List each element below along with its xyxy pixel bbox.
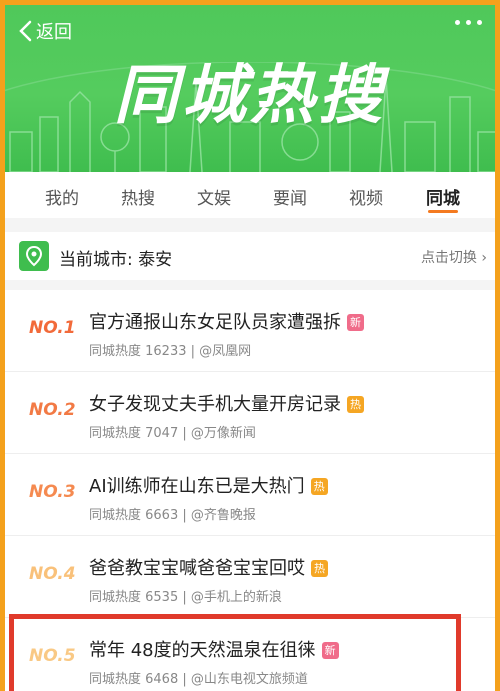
tab-mine[interactable]: 我的 — [45, 184, 79, 209]
list-item[interactable]: NO.1 官方通报山东女足队员家遭强拆新 同城热度 16233 | @凤凰网 — [5, 290, 495, 372]
dot-icon — [466, 20, 471, 25]
item-meta: 同城热度 16233 | @凤凰网 — [89, 344, 252, 359]
switch-city-button[interactable]: 点击切换 › — [421, 247, 487, 267]
tab-bar: 我的 热搜 文娱 要闻 视频 同城 — [0, 172, 500, 218]
item-title: 女子发现丈夫手机大量开房记录热 — [89, 390, 364, 416]
item-meta: 同城热度 6535 | @手机上的新浪 — [89, 590, 282, 605]
rank-label: NO.3 — [29, 482, 76, 502]
item-title-text: 爸爸教宝宝喊爸爸宝宝回哎 — [89, 558, 305, 579]
hot-badge: 热 — [311, 560, 328, 577]
list-item[interactable]: NO.4 爸爸教宝宝喊爸爸宝宝回哎热 同城热度 6535 | @手机上的新浪 — [5, 536, 495, 618]
rank-label: NO.4 — [29, 564, 76, 584]
hot-badge: 热 — [310, 478, 328, 495]
item-title: AI训练师在山东已是大热门热 — [89, 472, 328, 498]
current-city-label: 当前城市: 泰安 — [59, 250, 173, 270]
page-title: 同城热搜 — [114, 59, 386, 133]
item-title-text: 官方通报山东女足队员家遭强拆 — [89, 312, 341, 333]
highlight-box — [9, 614, 461, 691]
dot-icon — [455, 20, 460, 25]
item-title-text: 女子发现丈夫手机大量开房记录 — [89, 394, 341, 415]
tab-video[interactable]: 视频 — [349, 184, 383, 209]
item-meta: 同城热度 7047 | @万像新闻 — [89, 426, 256, 441]
item-title: 爸爸教宝宝喊爸爸宝宝回哎热 — [89, 554, 328, 580]
hot-badge: 热 — [347, 396, 364, 413]
item-title: 官方通报山东女足队员家遭强拆新 — [89, 308, 364, 334]
new-badge: 新 — [347, 314, 364, 331]
more-options-button[interactable] — [455, 20, 482, 25]
list-item[interactable]: NO.3 AI训练师在山东已是大热门热 同城热度 6663 | @齐鲁晚报 — [5, 454, 495, 536]
rank-label: NO.1 — [29, 318, 76, 338]
tab-entertainment[interactable]: 文娱 — [197, 184, 231, 209]
location-pin-icon — [19, 241, 49, 271]
header-banner: 返回 同城热搜 — [0, 0, 500, 172]
tab-news[interactable]: 要闻 — [273, 184, 307, 209]
city-bar: 当前城市: 泰安 点击切换 › — [5, 232, 495, 280]
active-tab-indicator — [428, 210, 458, 213]
chevron-left-icon — [19, 20, 32, 42]
item-title-text: AI训练师在山东已是大热门 — [89, 476, 305, 497]
list-item[interactable]: NO.2 女子发现丈夫手机大量开房记录热 同城热度 7047 | @万像新闻 — [5, 372, 495, 454]
back-label: 返回 — [36, 22, 72, 43]
tab-hot-search[interactable]: 热搜 — [121, 184, 155, 209]
tab-local[interactable]: 同城 — [426, 184, 460, 209]
rank-label: NO.2 — [29, 400, 76, 420]
item-meta: 同城热度 6663 | @齐鲁晚报 — [89, 508, 256, 523]
back-button[interactable]: 返回 — [18, 18, 72, 44]
dot-icon — [477, 20, 482, 25]
